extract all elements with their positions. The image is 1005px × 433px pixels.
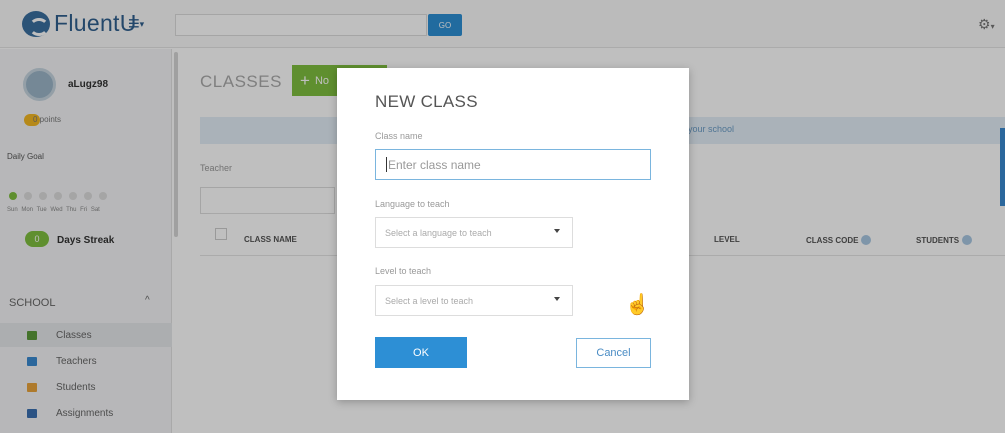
caret-down-icon bbox=[554, 297, 560, 301]
level-select[interactable]: Select a level to teach bbox=[375, 285, 573, 316]
caret-down-icon bbox=[554, 229, 560, 233]
class-name-label: Class name bbox=[375, 131, 423, 141]
class-name-input[interactable]: Enter class name bbox=[375, 149, 651, 180]
language-select-value: Select a language to teach bbox=[385, 227, 492, 238]
text-cursor bbox=[386, 157, 387, 172]
language-label: Language to teach bbox=[375, 199, 450, 209]
class-name-placeholder: Enter class name bbox=[388, 157, 481, 172]
level-label: Level to teach bbox=[375, 266, 432, 276]
language-select[interactable]: Select a language to teach bbox=[375, 217, 573, 248]
hand-pointer-icon: ☝ bbox=[625, 294, 650, 316]
new-class-dialog: NEW CLASS Class name Enter class name La… bbox=[337, 68, 689, 400]
dialog-title: NEW CLASS bbox=[375, 92, 478, 111]
level-select-value: Select a level to teach bbox=[385, 295, 474, 306]
ok-button[interactable]: OK bbox=[375, 337, 467, 368]
cancel-button[interactable]: Cancel bbox=[576, 338, 651, 368]
